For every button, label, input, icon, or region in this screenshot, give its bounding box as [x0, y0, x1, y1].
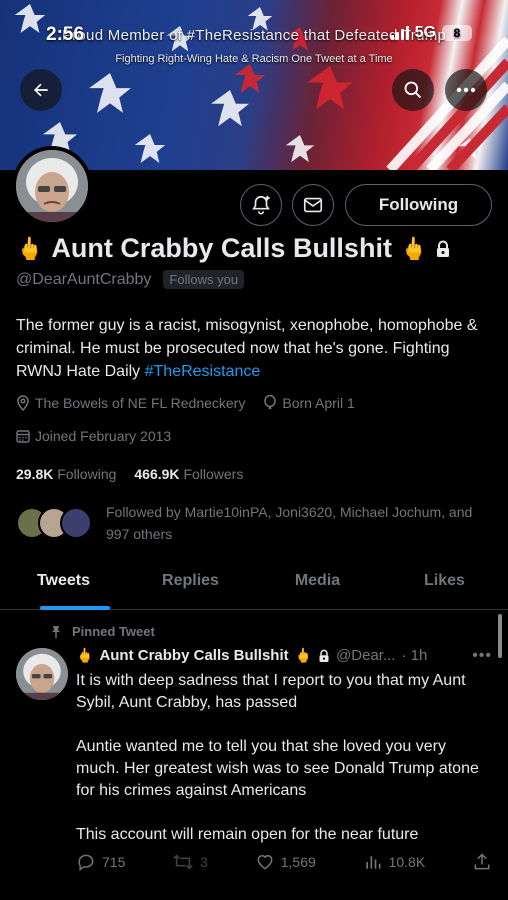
envelope-icon — [303, 197, 323, 213]
middle-finger-emoji-left: 🖕 — [76, 647, 94, 663]
followers-count-link[interactable]: 466.9K Followers — [134, 466, 243, 482]
search-button[interactable] — [392, 69, 434, 111]
joined-item: Joined February 2013 — [16, 428, 171, 444]
like-button[interactable]: 1,569 — [255, 852, 316, 872]
reply-count: 715 — [102, 854, 126, 870]
joined-row: Joined February 2013 — [16, 428, 171, 444]
calendar-icon — [16, 430, 30, 443]
followers-count: 466.9K — [134, 466, 180, 482]
followed-by-avatars — [16, 507, 92, 539]
tab-media[interactable]: Media — [254, 562, 381, 609]
handle-row: @DearAuntCrabby Follows you — [16, 270, 245, 289]
retweet-button[interactable]: 3 — [172, 852, 208, 872]
share-icon — [474, 853, 490, 870]
scrollbar[interactable] — [498, 614, 502, 658]
profile-meta-row: The Bowels of NE FL Redneckery Born Apri… — [16, 395, 355, 411]
network-type: 5G — [414, 24, 436, 41]
profile-tabs: Tweets Replies Media Likes — [0, 562, 508, 610]
tab-tweets[interactable]: Tweets — [0, 562, 127, 609]
tweet-paragraph: Auntie wanted me to tell you that she lo… — [76, 738, 479, 799]
avatar-image — [16, 648, 68, 700]
joined-text: Joined February 2013 — [35, 428, 172, 444]
heart-icon — [257, 855, 273, 870]
like-count: 1,569 — [280, 854, 316, 870]
lock-icon — [319, 649, 329, 662]
middle-finger-emoji-right: 🖕 — [294, 647, 313, 663]
active-tab-indicator — [40, 606, 110, 610]
lock-icon — [437, 240, 450, 257]
battery-icon: 8 — [442, 25, 472, 41]
reply-button[interactable]: 715 — [76, 852, 125, 872]
bell-plus-icon — [252, 195, 270, 215]
pin-icon — [52, 625, 60, 638]
tweet-header: 🖕 Aunt Crabby Calls Bullshit 🖕 @Dear... … — [76, 647, 496, 664]
views-count: 10.8K — [388, 854, 426, 870]
more-button[interactable] — [445, 69, 487, 111]
middle-finger-emoji-right: 🖕 — [399, 235, 428, 261]
views-chart-icon — [365, 856, 381, 869]
following-count-link[interactable]: 29.8K Following — [16, 466, 116, 482]
status-time: 2:56 — [46, 24, 85, 45]
avatar-image — [16, 150, 88, 222]
profile-name-row: 🖕 Aunt Crabby Calls Bullshit 🖕 — [16, 233, 451, 264]
search-icon — [404, 81, 422, 99]
tweet-author-name[interactable]: Aunt Crabby Calls Bullshit — [99, 647, 288, 664]
tweet-time: · 1h — [401, 647, 428, 664]
followers-count-label: Followers — [183, 466, 244, 482]
message-button[interactable] — [292, 184, 334, 226]
signal-icon — [390, 26, 409, 40]
more-icon — [456, 87, 476, 93]
back-button[interactable] — [20, 69, 62, 111]
birthday-item: Born April 1 — [263, 395, 355, 411]
follow-counts: 29.8K Following 466.9K Followers — [16, 466, 243, 482]
bio-hashtag-link[interactable]: #TheResistance — [145, 363, 261, 380]
profile-avatar[interactable] — [12, 146, 92, 226]
location-text: The Bowels of NE FL Redneckery — [35, 395, 246, 411]
followed-by-text: Followed by Martie10inPA, Joni3620, Mich… — [106, 504, 473, 542]
notifications-button[interactable] — [240, 184, 282, 226]
banner-subtitle: Fighting Right-Wing Hate & Racism One Tw… — [115, 53, 393, 65]
tweet-paragraph: It is with deep sadness that I report to… — [76, 672, 466, 711]
location-item: The Bowels of NE FL Redneckery — [16, 395, 245, 411]
profile-name: Aunt Crabby Calls Bullshit — [51, 233, 392, 263]
views-button[interactable]: 10.8K — [363, 852, 426, 872]
tweet-paragraph: This account will remain open for the ne… — [76, 826, 419, 843]
follows-you-badge: Follows you — [163, 270, 245, 289]
share-button[interactable] — [472, 852, 492, 872]
pinned-label: Pinned Tweet — [72, 624, 155, 639]
back-arrow-icon — [34, 83, 48, 97]
tweet-body: It is with deep sadness that I report to… — [76, 670, 488, 868]
followed-by-section[interactable]: Followed by Martie10inPA, Joni3620, Mich… — [16, 501, 476, 545]
tweet-avatar[interactable] — [16, 648, 68, 700]
following-count-label: Following — [57, 466, 117, 482]
tab-likes[interactable]: Likes — [381, 562, 508, 609]
status-indicators: 5G 8 — [390, 24, 472, 42]
retweet-count: 3 — [200, 854, 208, 870]
following-button[interactable]: Following — [345, 184, 492, 226]
middle-finger-emoji-left: 🖕 — [16, 235, 44, 261]
profile-bio: The former guy is a racist, misogynist, … — [16, 314, 496, 383]
profile-handle: @DearAuntCrabby — [16, 270, 152, 288]
balloon-icon — [264, 395, 277, 410]
tweet-actions: 715 3 1,569 10.8K — [76, 852, 492, 872]
birthday-text: Born April 1 — [282, 395, 355, 411]
following-count: 29.8K — [16, 466, 54, 482]
avatar — [60, 507, 92, 539]
tab-replies[interactable]: Replies — [127, 562, 254, 609]
pinned-label-row: Pinned Tweet — [50, 624, 155, 639]
tweet-handle: @Dear... — [336, 647, 396, 664]
tweet-more-icon[interactable]: ••• — [472, 647, 492, 665]
retweet-icon — [173, 854, 193, 870]
location-pin-icon — [17, 395, 29, 411]
reply-icon — [78, 854, 94, 871]
